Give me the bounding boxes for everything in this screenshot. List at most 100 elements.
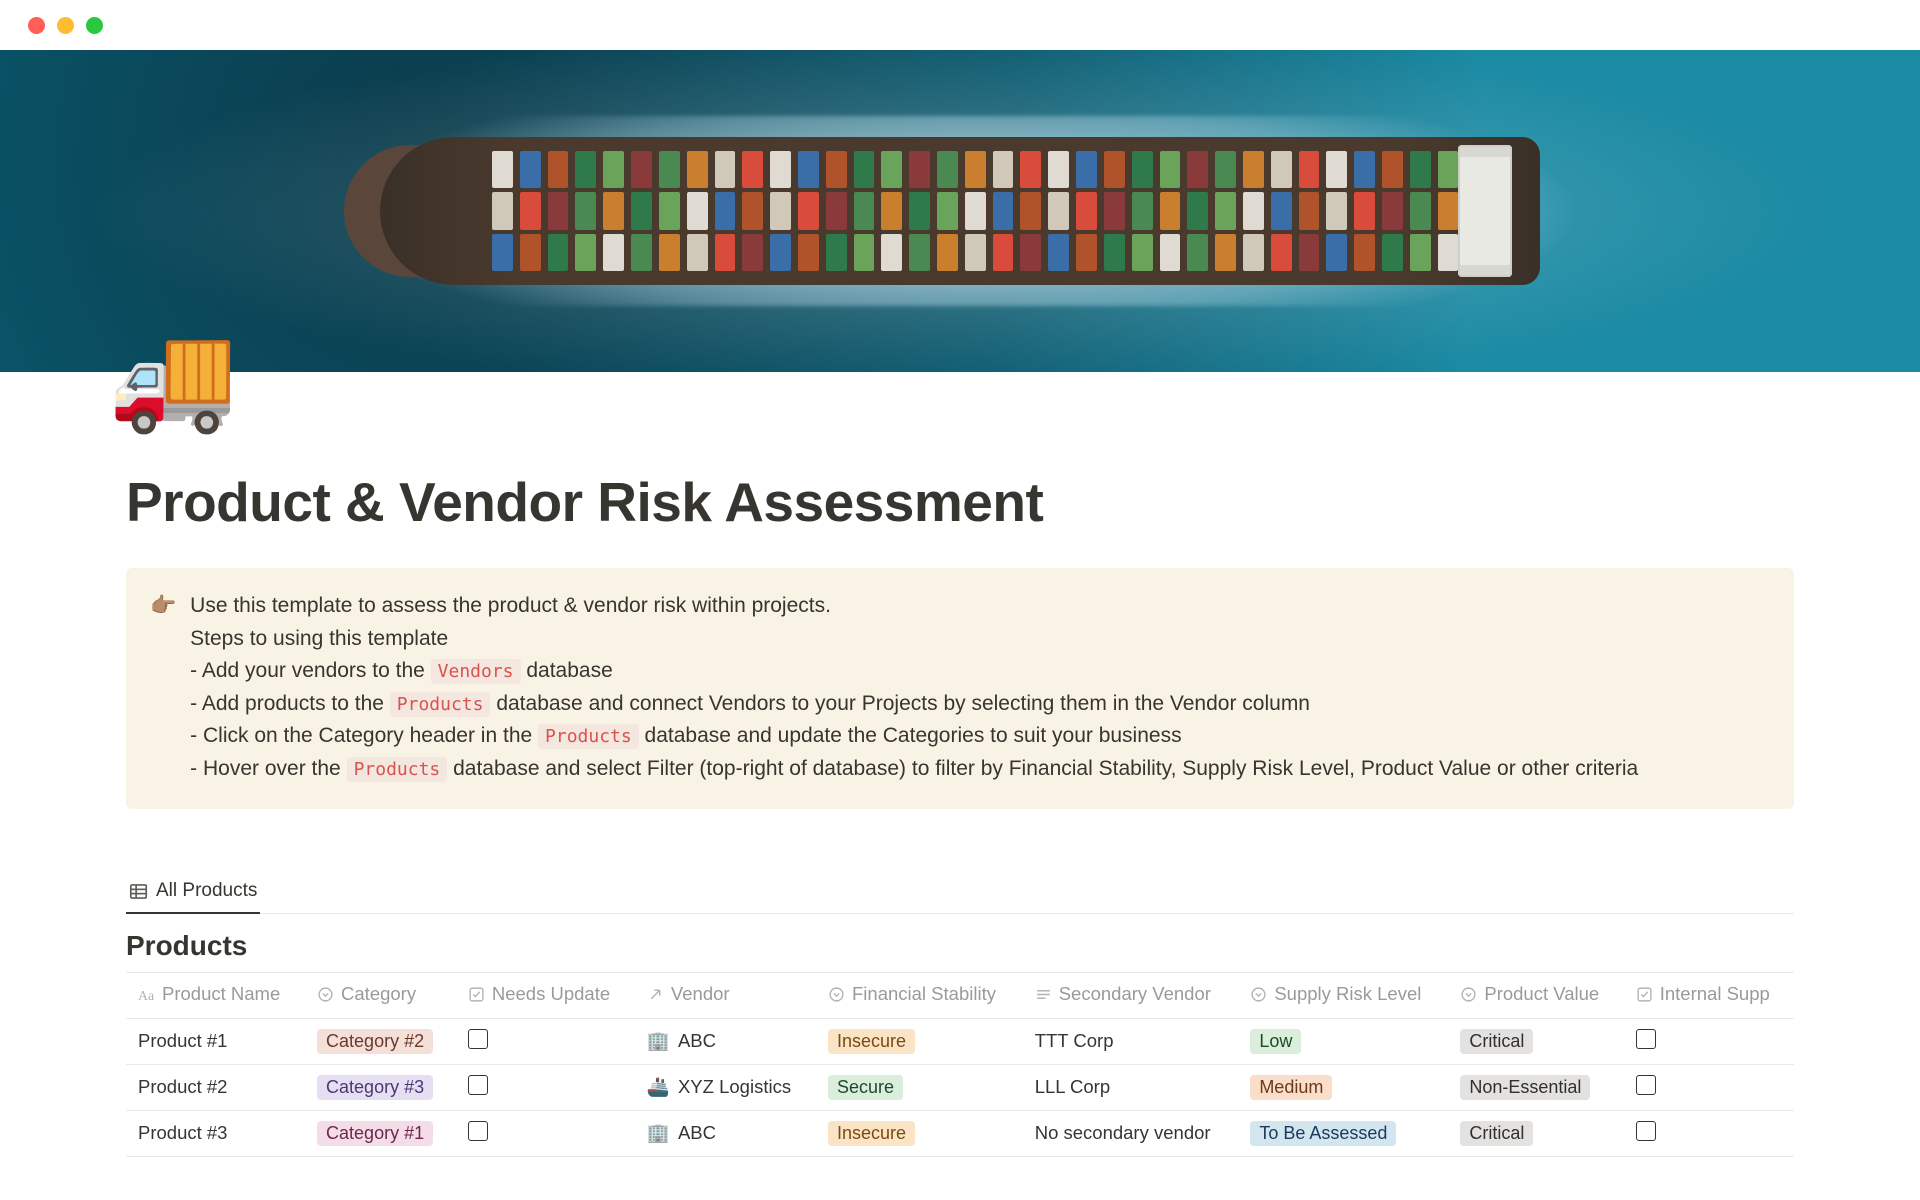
cell-needs-update[interactable] [456, 1110, 635, 1156]
checkbox-property-icon [468, 986, 485, 1003]
category-tag: Category #3 [317, 1075, 433, 1100]
cell-financial-stability[interactable]: Insecure [816, 1018, 1023, 1064]
table-header-row: AaProduct Name Category Needs Update Ven… [126, 973, 1794, 1019]
stability-tag: Insecure [828, 1029, 915, 1054]
column-header-needs-update[interactable]: Needs Update [456, 973, 635, 1019]
stability-tag: Insecure [828, 1121, 915, 1146]
callout-line: - Add your vendors to the Vendors databa… [190, 655, 1770, 688]
checkbox-unchecked[interactable] [468, 1029, 488, 1049]
table-row[interactable]: Product #2 Category #3 🚢 XYZ Logistics Se… [126, 1064, 1794, 1110]
table-row[interactable]: Product #3 Category #1 🏢 ABC Insecure No … [126, 1110, 1794, 1156]
cell-internal-supp[interactable] [1624, 1064, 1794, 1110]
cell-secondary-vendor[interactable]: No secondary vendor [1023, 1110, 1239, 1156]
checkbox-unchecked[interactable] [468, 1121, 488, 1141]
column-header-vendor[interactable]: Vendor [635, 973, 816, 1019]
vendor-name: XYZ Logistics [678, 1076, 791, 1098]
window-maximize-button[interactable] [86, 17, 103, 34]
page-icon[interactable]: 🚚 [108, 326, 238, 430]
supply-risk-tag: To Be Assessed [1250, 1121, 1396, 1146]
svg-text:Aa: Aa [138, 988, 154, 1003]
select-property-icon [1250, 986, 1267, 1003]
window-minimize-button[interactable] [57, 17, 74, 34]
code-chip-vendors: Vendors [431, 659, 521, 684]
cell-secondary-vendor[interactable]: LLL Corp [1023, 1064, 1239, 1110]
database-table: AaProduct Name Category Needs Update Ven… [126, 972, 1794, 1157]
checkbox-unchecked[interactable] [1636, 1029, 1656, 1049]
column-header-category[interactable]: Category [305, 973, 456, 1019]
column-header-secondary-vendor[interactable]: Secondary Vendor [1023, 973, 1239, 1019]
database-tabs: All Products [126, 873, 1794, 914]
cell-product-value[interactable]: Critical [1448, 1018, 1623, 1064]
select-property-icon [317, 986, 334, 1003]
select-property-icon [828, 986, 845, 1003]
window-titlebar [0, 0, 1920, 50]
cell-financial-stability[interactable]: Secure [816, 1064, 1023, 1110]
cell-internal-supp[interactable] [1624, 1110, 1794, 1156]
product-value-tag: Critical [1460, 1121, 1533, 1146]
cell-supply-risk[interactable]: Medium [1238, 1064, 1448, 1110]
cell-needs-update[interactable] [456, 1064, 635, 1110]
cell-supply-risk[interactable]: Low [1238, 1018, 1448, 1064]
cell-product-value[interactable]: Critical [1448, 1110, 1623, 1156]
checkbox-unchecked[interactable] [1636, 1075, 1656, 1095]
cell-financial-stability[interactable]: Insecure [816, 1110, 1023, 1156]
page-title[interactable]: Product & Vendor Risk Assessment [126, 470, 1794, 534]
page-content: Product & Vendor Risk Assessment 👉🏽 Use … [0, 372, 1920, 1157]
text-property-icon [1035, 986, 1052, 1003]
vendor-name: ABC [678, 1030, 716, 1052]
code-chip-products: Products [347, 757, 448, 782]
callout-line: - Click on the Category header in the Pr… [190, 720, 1770, 753]
table-row[interactable]: Product #1 Category #2 🏢 ABC Insecure TTT… [126, 1018, 1794, 1064]
database-title[interactable]: Products [126, 930, 1794, 962]
cell-vendor[interactable]: 🏢 ABC [635, 1110, 816, 1156]
cell-name[interactable]: Product #2 [126, 1064, 305, 1110]
callout-body: Use this template to assess the product … [190, 590, 1770, 785]
table-view-icon [129, 882, 148, 901]
supply-risk-tag: Medium [1250, 1075, 1332, 1100]
callout-line: - Hover over the Products database and s… [190, 753, 1770, 786]
column-header-product-value[interactable]: Product Value [1448, 973, 1623, 1019]
column-header-name[interactable]: AaProduct Name [126, 973, 305, 1019]
category-tag: Category #1 [317, 1121, 433, 1146]
cell-internal-supp[interactable] [1624, 1018, 1794, 1064]
cell-name[interactable]: Product #3 [126, 1110, 305, 1156]
product-value-tag: Critical [1460, 1029, 1533, 1054]
relation-property-icon [647, 986, 664, 1003]
cell-product-value[interactable]: Non-Essential [1448, 1064, 1623, 1110]
vendor-name: ABC [678, 1122, 716, 1144]
cell-category[interactable]: Category #1 [305, 1110, 456, 1156]
callout-line: - Add products to the Products database … [190, 688, 1770, 721]
cell-vendor[interactable]: 🏢 ABC [635, 1018, 816, 1064]
window-close-button[interactable] [28, 17, 45, 34]
vendor-icon: 🏢 [647, 1122, 670, 1144]
cell-category[interactable]: Category #3 [305, 1064, 456, 1110]
cell-secondary-vendor[interactable]: TTT Corp [1023, 1018, 1239, 1064]
vendor-icon: 🏢 [647, 1030, 670, 1052]
column-header-internal-supp[interactable]: Internal Supp [1624, 973, 1794, 1019]
cell-vendor[interactable]: 🚢 XYZ Logistics [635, 1064, 816, 1110]
cell-category[interactable]: Category #2 [305, 1018, 456, 1064]
cover-ship [380, 137, 1540, 285]
callout-line: Use this template to assess the product … [190, 590, 1770, 623]
code-chip-products: Products [390, 692, 491, 717]
cell-supply-risk[interactable]: To Be Assessed [1238, 1110, 1448, 1156]
column-header-supply-risk[interactable]: Supply Risk Level [1238, 973, 1448, 1019]
title-property-icon: Aa [138, 986, 155, 1003]
database-block: All Products Products AaProduct Name Cat… [126, 873, 1794, 1157]
database-tab-all-products[interactable]: All Products [126, 873, 260, 914]
select-property-icon [1460, 986, 1477, 1003]
callout-block[interactable]: 👉🏽 Use this template to assess the produ… [126, 568, 1794, 809]
column-header-financial-stability[interactable]: Financial Stability [816, 973, 1023, 1019]
vendor-icon: 🚢 [647, 1076, 670, 1098]
checkbox-property-icon [1636, 986, 1653, 1003]
cell-needs-update[interactable] [456, 1018, 635, 1064]
category-tag: Category #2 [317, 1029, 433, 1054]
cell-name[interactable]: Product #1 [126, 1018, 305, 1064]
checkbox-unchecked[interactable] [468, 1075, 488, 1095]
product-value-tag: Non-Essential [1460, 1075, 1590, 1100]
callout-line: Steps to using this template [190, 623, 1770, 656]
page-cover[interactable] [0, 50, 1920, 372]
checkbox-unchecked[interactable] [1636, 1121, 1656, 1141]
stability-tag: Secure [828, 1075, 903, 1100]
callout-icon: 👉🏽 [150, 590, 176, 785]
